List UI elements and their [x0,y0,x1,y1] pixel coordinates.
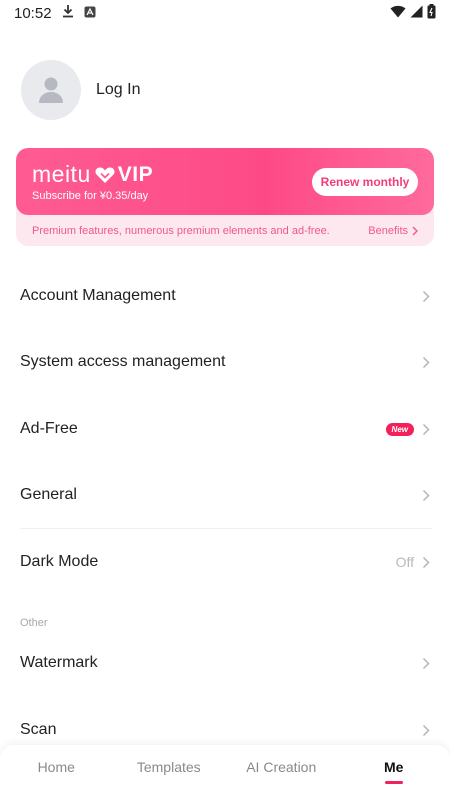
tab-templates[interactable]: Templates [113,745,226,800]
menu-label: General [20,486,77,503]
vip-brand: meitu VIP [32,161,153,188]
dark-mode-value: Off [395,554,414,570]
chevron-right-icon [422,356,430,368]
profile-header[interactable]: Log In [21,60,140,120]
menu-label: System access management [20,353,226,370]
menu-item-general[interactable]: General [0,462,450,528]
benefits-link[interactable]: Benefits [368,225,418,237]
menu-label: Account Management [20,287,176,304]
chevron-right-icon [422,423,430,435]
heart-diamond-icon [95,166,115,184]
chevron-right-icon [422,489,430,501]
section-header-other: Other [20,617,48,629]
vip-features-text: Premium features, numerous premium eleme… [32,224,330,237]
chevron-right-icon [422,290,430,302]
vip-label: VIP [117,162,154,186]
tab-ai-creation[interactable]: AI Creation [225,745,338,800]
avatar[interactable] [21,60,81,120]
menu-item-dark-mode[interactable]: Dark Mode Off [0,529,450,595]
menu-item-account-management[interactable]: Account Management [0,263,450,329]
chevron-right-icon [412,226,418,235]
chevron-right-icon [422,657,430,669]
tab-label: Templates [136,759,201,775]
menu-label: Watermark [20,654,98,671]
menu-label: Ad-Free [20,420,78,437]
active-tab-indicator [384,781,403,784]
login-link[interactable]: Log In [96,81,140,99]
status-bar: 10:52 [0,0,450,26]
vip-card[interactable]: meitu VIP Subscribe for ¥0.35/day Renew … [16,148,434,246]
bottom-navigation: Home Templates AI Creation Me [0,745,450,800]
tab-me[interactable]: Me [338,745,450,800]
cellular-signal-icon [410,5,423,22]
vip-subtitle: Subscribe for ¥0.35/day [32,190,149,202]
vip-features-bar[interactable]: Premium features, numerous premium eleme… [16,215,434,246]
new-badge: New [385,422,414,436]
battery-charging-icon [427,3,436,23]
app-notification-icon [84,5,96,22]
tab-label: Me [384,759,404,775]
chevron-right-icon [422,724,430,736]
tab-home[interactable]: Home [0,745,113,800]
vip-banner[interactable]: meitu VIP Subscribe for ¥0.35/day Renew … [16,148,434,215]
download-icon [62,4,74,22]
menu-label: Scan [20,721,57,738]
chevron-right-icon [422,556,430,568]
benefits-label: Benefits [368,224,408,237]
status-time: 10:52 [14,4,52,22]
tab-label: AI Creation [246,759,317,775]
brand-logo-text: meitu [32,161,91,187]
menu-item-ad-free[interactable]: Ad-Free New [0,396,450,462]
wifi-icon [390,5,406,22]
menu-item-system-access-management[interactable]: System access management [0,329,450,395]
tab-label: Home [37,759,75,775]
menu-item-watermark[interactable]: Watermark [0,630,450,696]
renew-monthly-button[interactable]: Renew monthly [312,168,418,196]
menu-label: Dark Mode [20,553,99,570]
user-icon [39,77,63,103]
